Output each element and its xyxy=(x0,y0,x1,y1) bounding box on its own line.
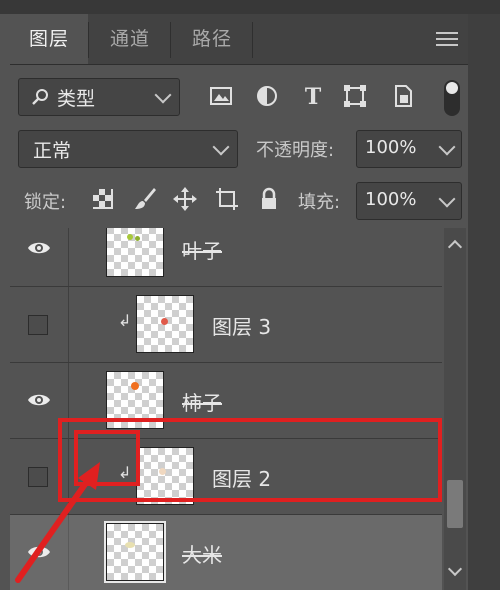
layer-row[interactable]: ↲ 图层 3 xyxy=(10,287,442,363)
blend-mode-select[interactable]: 正常 xyxy=(18,130,238,168)
tab-separator xyxy=(252,22,253,58)
chevron-down-icon xyxy=(438,190,456,208)
shape-filter-icon[interactable] xyxy=(342,83,368,109)
layer-thumbnail xyxy=(106,228,164,277)
fill-label: 填充: xyxy=(298,192,341,213)
tab-separator xyxy=(170,22,171,58)
tab-channels[interactable]: 通道 xyxy=(90,14,170,64)
visibility-column xyxy=(10,287,69,362)
tab-layers[interactable]: 图层 xyxy=(10,14,88,64)
panel-menu-icon[interactable] xyxy=(436,32,458,46)
top-strip xyxy=(0,0,500,14)
visibility-toggle-off[interactable] xyxy=(28,315,48,335)
blend-mode-value: 正常 xyxy=(33,140,72,162)
lock-artboard-icon[interactable] xyxy=(214,186,240,212)
opacity-label: 不透明度: xyxy=(256,140,335,161)
filter-kind-select[interactable]: 类型 xyxy=(18,78,180,116)
layer-name: 图层 3 xyxy=(212,315,272,339)
clipping-mask-icon: ↲ xyxy=(118,311,132,330)
layer-thumbnail xyxy=(136,295,194,353)
chevron-up-icon[interactable] xyxy=(447,239,463,255)
scrollbar-thumb[interactable] xyxy=(447,480,463,528)
layer-row[interactable]: 叶子 xyxy=(10,228,442,287)
layer-name: 大米 xyxy=(182,543,222,567)
annotation-arrow xyxy=(15,462,100,583)
panel-tabs: 图层 通道 路径 xyxy=(10,14,468,65)
fill-input[interactable]: 100% xyxy=(356,182,462,220)
eye-icon[interactable] xyxy=(27,390,51,410)
image-filter-icon[interactable] xyxy=(208,83,234,109)
magnifier-icon xyxy=(32,89,48,105)
opacity-input[interactable]: 100% xyxy=(356,130,462,168)
fill-value: 100% xyxy=(365,189,417,210)
eye-icon[interactable] xyxy=(27,238,51,258)
chevron-down-icon xyxy=(154,86,172,104)
filter-kind-label: 类型 xyxy=(57,88,96,110)
smartobject-filter-icon[interactable] xyxy=(390,83,416,109)
thumbnail-content xyxy=(161,318,168,325)
chevron-down-icon xyxy=(438,138,456,156)
panel-right-gutter xyxy=(468,14,500,590)
text-filter-icon[interactable]: T xyxy=(300,83,326,109)
lock-position-icon[interactable] xyxy=(172,186,198,212)
layers-scrollbar[interactable] xyxy=(444,228,466,590)
tab-paths[interactable]: 路径 xyxy=(172,14,252,64)
thumbnail-content xyxy=(135,236,140,241)
layer-name: 叶子 xyxy=(182,239,222,263)
opacity-value: 100% xyxy=(365,137,417,158)
svg-text:T: T xyxy=(305,84,322,109)
visibility-column xyxy=(10,228,69,286)
tab-separator xyxy=(88,22,89,58)
adjustment-filter-icon[interactable] xyxy=(254,83,280,109)
filter-toggle[interactable] xyxy=(444,80,460,116)
lock-all-icon[interactable] xyxy=(256,186,282,212)
chevron-down-icon[interactable] xyxy=(447,561,463,577)
layer-name: 柿子 xyxy=(182,391,222,415)
chevron-down-icon xyxy=(212,138,230,156)
lock-image-icon[interactable] xyxy=(132,186,158,212)
lock-label: 锁定: xyxy=(24,192,67,213)
lock-transparent-icon[interactable] xyxy=(90,186,116,212)
thumbnail-content xyxy=(131,382,139,390)
thumbnail-content xyxy=(127,234,133,240)
